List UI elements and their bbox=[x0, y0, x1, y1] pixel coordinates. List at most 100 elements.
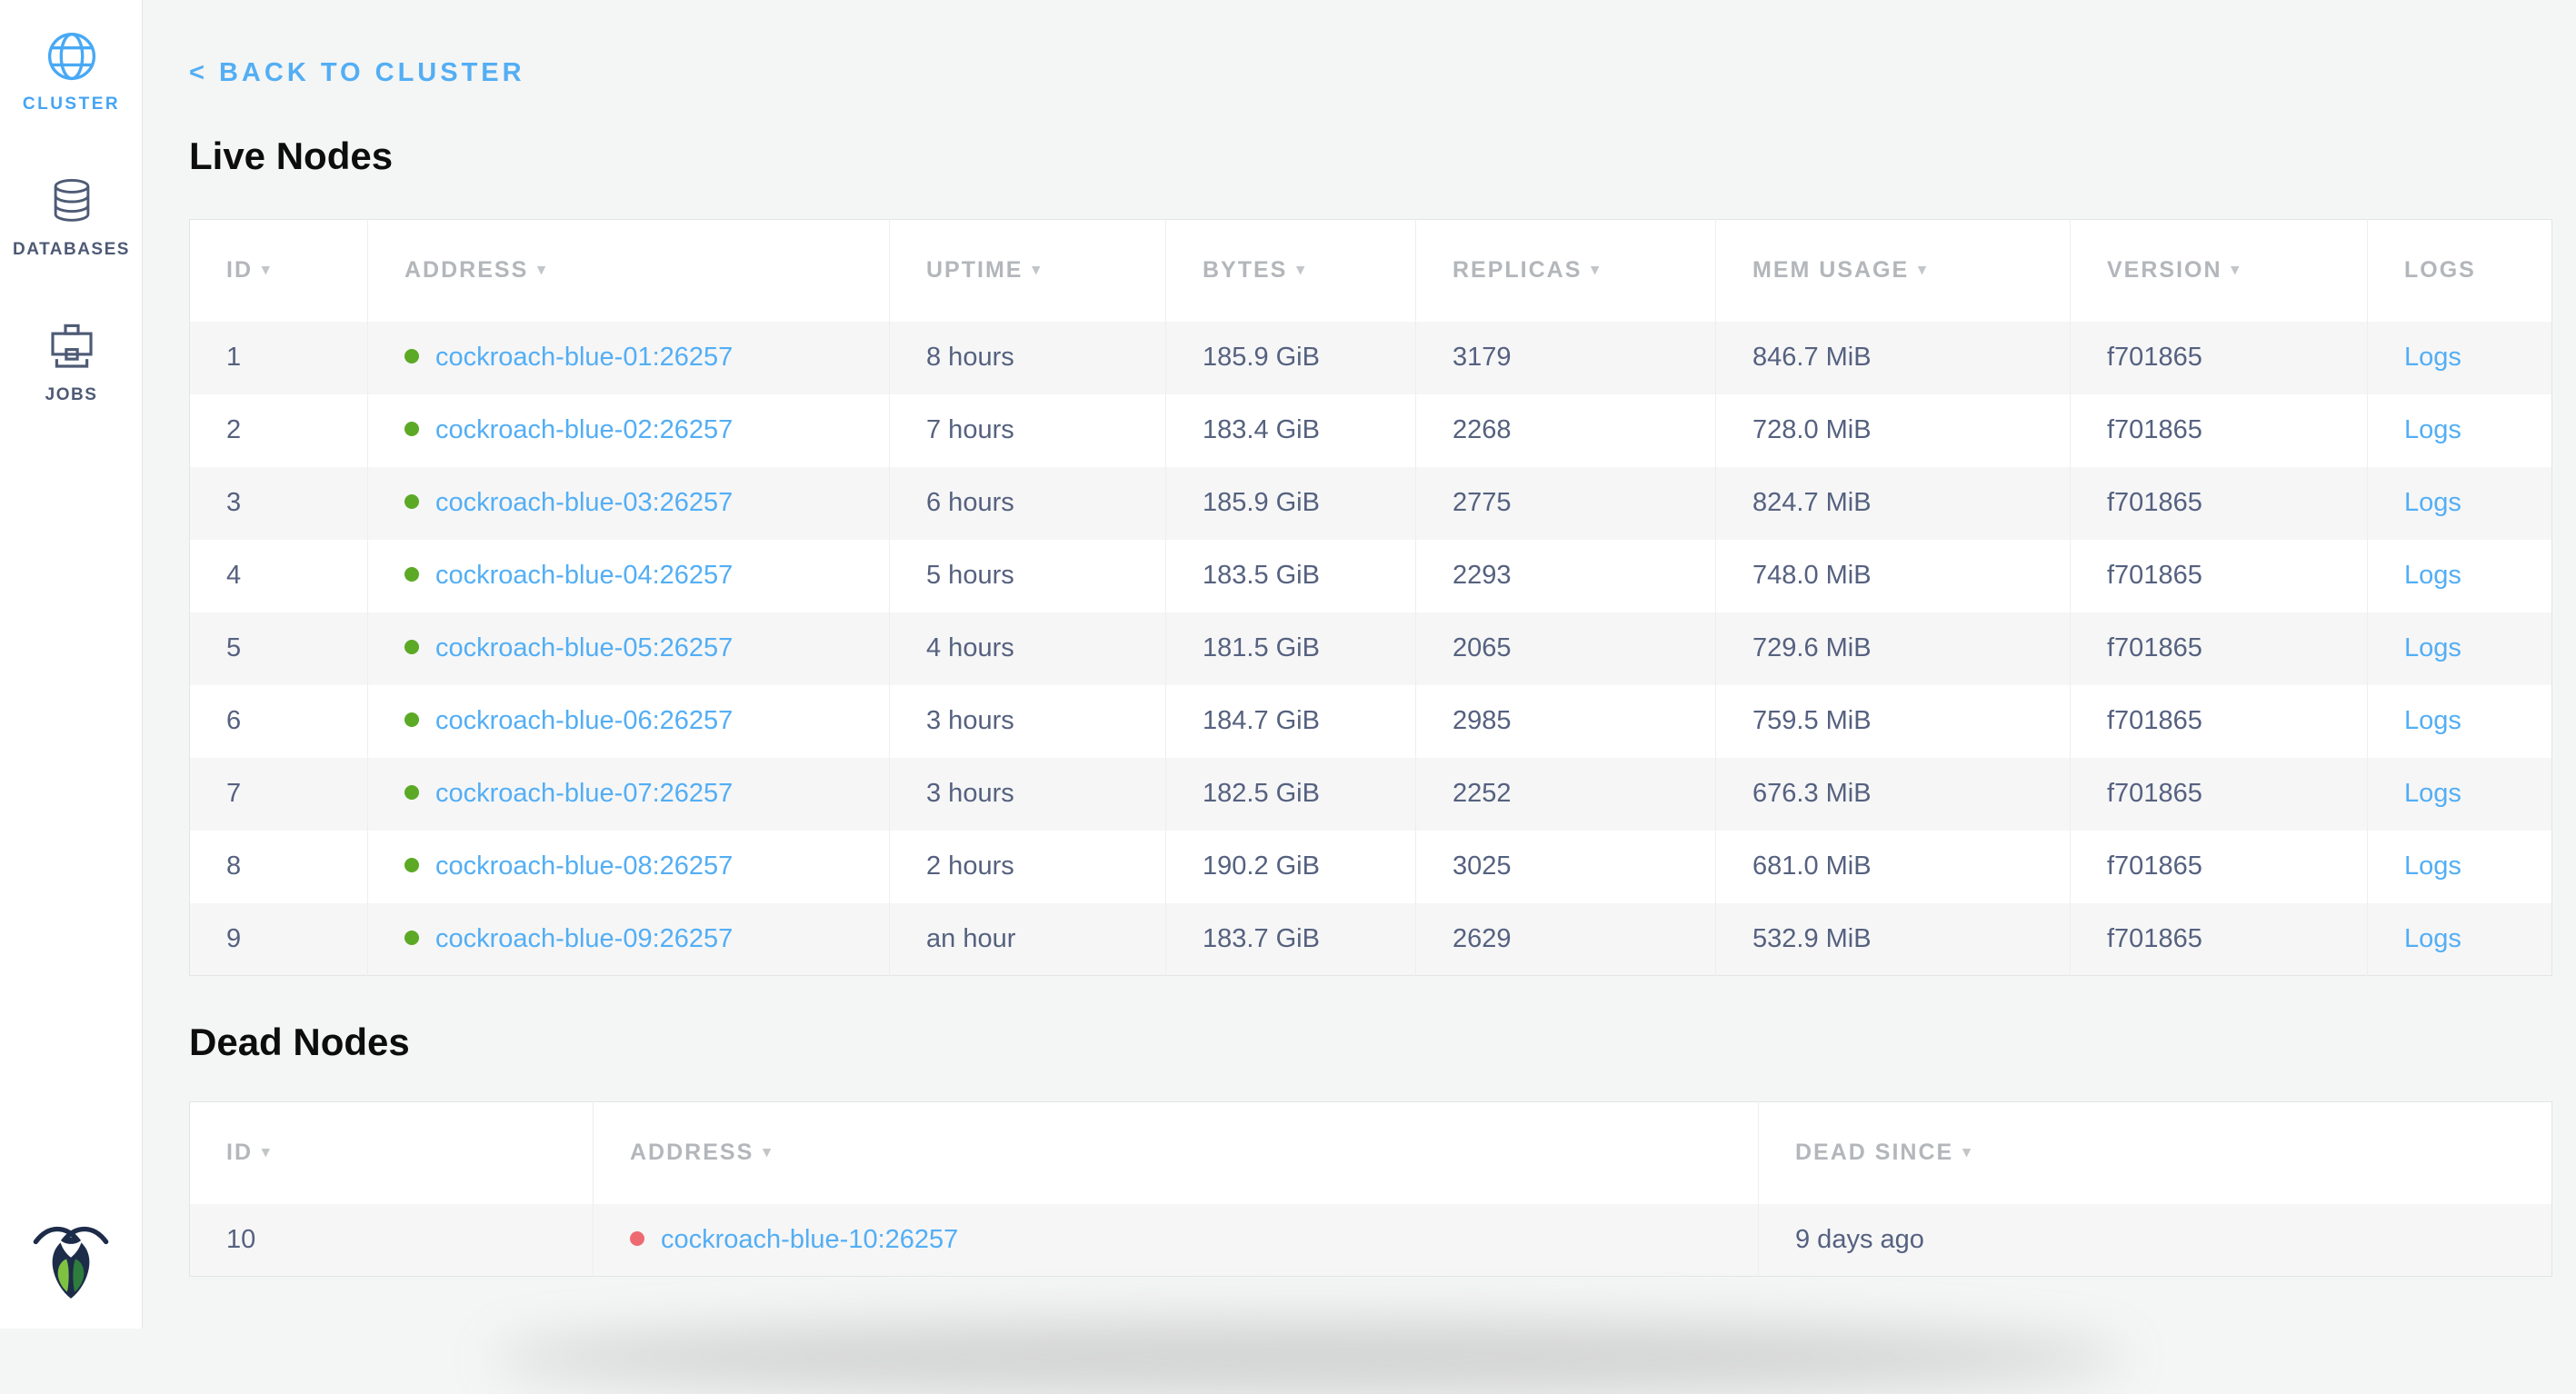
sidebar-item-label: DATABASES bbox=[0, 240, 143, 260]
node-address-link[interactable]: cockroach-blue-01:26257 bbox=[435, 343, 733, 372]
node-bytes: 185.9 GiB bbox=[1166, 467, 1416, 540]
node-id: 8 bbox=[190, 831, 368, 903]
node-version: f701865 bbox=[2071, 322, 2368, 394]
node-address-cell: cockroach-blue-01:26257 bbox=[368, 322, 890, 394]
table-row: 8 cockroach-blue-08:26257 2 hours 190.2 … bbox=[190, 831, 2552, 903]
node-mem-usage: 748.0 MiB bbox=[1716, 540, 2071, 612]
node-version: f701865 bbox=[2071, 394, 2368, 467]
cockroachdb-logo bbox=[33, 1219, 109, 1307]
column-header-bytes[interactable]: BYTES bbox=[1166, 220, 1416, 322]
node-mem-usage: 824.7 MiB bbox=[1716, 467, 2071, 540]
sidebar-item-cluster[interactable]: CLUSTER bbox=[0, 29, 143, 115]
dead-status-dot bbox=[630, 1231, 644, 1246]
live-nodes-title: Live Nodes bbox=[189, 135, 2576, 177]
logs-link[interactable]: Logs bbox=[2404, 779, 2461, 808]
node-mem-usage: 846.7 MiB bbox=[1716, 322, 2071, 394]
logs-link[interactable]: Logs bbox=[2404, 343, 2461, 372]
logs-link[interactable]: Logs bbox=[2404, 706, 2461, 735]
column-header-address[interactable]: ADDRESS bbox=[594, 1102, 1759, 1204]
table-row: 9 cockroach-blue-09:26257 an hour 183.7 … bbox=[190, 903, 2552, 976]
sort-arrow-icon bbox=[754, 1140, 773, 1165]
node-address-link[interactable]: cockroach-blue-05:26257 bbox=[435, 633, 733, 662]
node-uptime: 7 hours bbox=[890, 394, 1166, 467]
node-address-link[interactable]: cockroach-blue-02:26257 bbox=[435, 415, 733, 444]
logs-link[interactable]: Logs bbox=[2404, 488, 2461, 517]
table-row: 6 cockroach-blue-06:26257 3 hours 184.7 … bbox=[190, 685, 2552, 758]
node-uptime: 3 hours bbox=[890, 685, 1166, 758]
live-status-dot bbox=[404, 349, 419, 363]
column-header-dead-since[interactable]: DEAD SINCE bbox=[1759, 1102, 2552, 1204]
column-header-id[interactable]: ID bbox=[190, 1102, 594, 1204]
column-header-address[interactable]: ADDRESS bbox=[368, 220, 890, 322]
node-logs-cell: Logs bbox=[2368, 758, 2552, 831]
node-bytes: 183.4 GiB bbox=[1166, 394, 1416, 467]
node-mem-usage: 728.0 MiB bbox=[1716, 394, 2071, 467]
sidebar-item-databases[interactable]: DATABASES bbox=[0, 176, 143, 260]
live-status-dot bbox=[404, 567, 419, 582]
node-uptime: 3 hours bbox=[890, 758, 1166, 831]
node-mem-usage: 759.5 MiB bbox=[1716, 685, 2071, 758]
node-address-cell: cockroach-blue-06:26257 bbox=[368, 685, 890, 758]
node-logs-cell: Logs bbox=[2368, 467, 2552, 540]
sidebar-item-jobs[interactable]: JOBS bbox=[0, 322, 143, 405]
node-logs-cell: Logs bbox=[2368, 394, 2552, 467]
node-replicas: 2268 bbox=[1416, 394, 1716, 467]
column-header-version[interactable]: VERSION bbox=[2071, 220, 2368, 322]
live-status-dot bbox=[404, 422, 419, 436]
logs-link[interactable]: Logs bbox=[2404, 924, 2461, 953]
sort-arrow-icon bbox=[1023, 257, 1042, 283]
node-uptime: 5 hours bbox=[890, 540, 1166, 612]
table-row: 5 cockroach-blue-05:26257 4 hours 181.5 … bbox=[190, 612, 2552, 685]
node-id: 3 bbox=[190, 467, 368, 540]
node-bytes: 185.9 GiB bbox=[1166, 322, 1416, 394]
logs-link[interactable]: Logs bbox=[2404, 561, 2461, 590]
node-logs-cell: Logs bbox=[2368, 540, 2552, 612]
sort-arrow-icon bbox=[528, 257, 547, 283]
live-status-dot bbox=[404, 712, 419, 727]
live-status-dot bbox=[404, 931, 419, 945]
node-address-link[interactable]: cockroach-blue-10:26257 bbox=[661, 1225, 958, 1254]
table-row: 7 cockroach-blue-07:26257 3 hours 182.5 … bbox=[190, 758, 2552, 831]
node-logs-cell: Logs bbox=[2368, 831, 2552, 903]
logs-link[interactable]: Logs bbox=[2404, 633, 2461, 662]
node-address-cell: cockroach-blue-05:26257 bbox=[368, 612, 890, 685]
column-header-uptime[interactable]: UPTIME bbox=[890, 220, 1166, 322]
node-address-cell: cockroach-blue-09:26257 bbox=[368, 903, 890, 976]
node-replicas: 3179 bbox=[1416, 322, 1716, 394]
column-header-mem-usage[interactable]: MEM USAGE bbox=[1716, 220, 2071, 322]
node-address-cell: cockroach-blue-10:26257 bbox=[594, 1204, 1759, 1277]
node-id: 6 bbox=[190, 685, 368, 758]
node-bytes: 190.2 GiB bbox=[1166, 831, 1416, 903]
node-id: 5 bbox=[190, 612, 368, 685]
main-content: < BACK TO CLUSTER Live Nodes ID ADDRESS … bbox=[144, 0, 2576, 1329]
dead-nodes-table: ID ADDRESS DEAD SINCE 10 cockroach-blue-… bbox=[189, 1101, 2552, 1277]
node-address-link[interactable]: cockroach-blue-07:26257 bbox=[435, 779, 733, 808]
node-id: 4 bbox=[190, 540, 368, 612]
node-bytes: 183.7 GiB bbox=[1166, 903, 1416, 976]
node-address-link[interactable]: cockroach-blue-04:26257 bbox=[435, 561, 733, 590]
column-header-replicas[interactable]: REPLICAS bbox=[1416, 220, 1716, 322]
table-row: 2 cockroach-blue-02:26257 7 hours 183.4 … bbox=[190, 394, 2552, 467]
node-version: f701865 bbox=[2071, 612, 2368, 685]
back-to-cluster-link[interactable]: < BACK TO CLUSTER bbox=[189, 58, 525, 88]
live-nodes-table: ID ADDRESS UPTIME BYTES REPLICAS MEM USA… bbox=[189, 219, 2552, 976]
node-address-link[interactable]: cockroach-blue-09:26257 bbox=[435, 924, 733, 953]
node-replicas: 2985 bbox=[1416, 685, 1716, 758]
node-version: f701865 bbox=[2071, 685, 2368, 758]
node-uptime: 4 hours bbox=[890, 612, 1166, 685]
sidebar: CLUSTER DATABASES JOBS bbox=[0, 0, 143, 1329]
sort-arrow-icon bbox=[253, 257, 272, 283]
table-row: 1 cockroach-blue-01:26257 8 hours 185.9 … bbox=[190, 322, 2552, 394]
node-address-link[interactable]: cockroach-blue-03:26257 bbox=[435, 488, 733, 517]
logs-link[interactable]: Logs bbox=[2404, 415, 2461, 444]
node-address-link[interactable]: cockroach-blue-08:26257 bbox=[435, 851, 733, 881]
column-header-id[interactable]: ID bbox=[190, 220, 368, 322]
sidebar-item-label: JOBS bbox=[0, 385, 143, 405]
globe-icon bbox=[45, 29, 99, 88]
logs-link[interactable]: Logs bbox=[2404, 851, 2461, 881]
node-address-cell: cockroach-blue-08:26257 bbox=[368, 831, 890, 903]
node-replicas: 2629 bbox=[1416, 903, 1716, 976]
node-bytes: 183.5 GiB bbox=[1166, 540, 1416, 612]
node-mem-usage: 681.0 MiB bbox=[1716, 831, 2071, 903]
node-address-link[interactable]: cockroach-blue-06:26257 bbox=[435, 706, 733, 735]
